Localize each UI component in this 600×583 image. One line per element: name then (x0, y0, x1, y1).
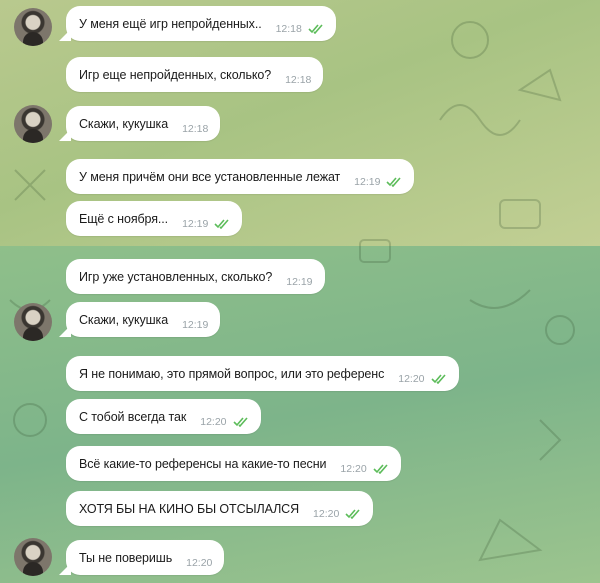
chat-area[interactable]: У меня ещё игр непройденных.. 12:18 Игр … (0, 0, 600, 583)
message-time: 12:19 (354, 175, 381, 188)
double-check-icon (373, 463, 388, 474)
message-time: 12:20 (200, 415, 227, 428)
message-bubble[interactable]: С тобой всегда так 12:20 (66, 399, 261, 434)
message-bubble[interactable]: Ты не поверишь 12:20 (58, 540, 225, 575)
message-bubble[interactable]: Игр еще непройденных, сколько? 12:18 (66, 57, 324, 92)
message-text: Я не понимаю, это прямой вопрос, или это… (79, 366, 385, 381)
message-time: 12:20 (340, 462, 367, 475)
message-time: 12:20 (398, 372, 425, 385)
message-time: 12:20 (313, 507, 340, 520)
message-text: ХОТЯ БЫ НА КИНО БЫ ОТСЫЛАЛСЯ (79, 501, 300, 516)
double-check-icon (232, 416, 248, 427)
message-text: Скажи, кукушка (79, 312, 169, 327)
message-text: Скажи, кукушка (79, 116, 169, 131)
message-text: Ты не поверишь (79, 550, 173, 565)
message-bubble[interactable]: У меня ещё игр непройденных.. 12:18 (59, 6, 336, 41)
avatar[interactable] (14, 105, 52, 143)
avatar[interactable] (14, 303, 52, 341)
double-check-icon (430, 373, 446, 384)
message-text: Всё какие-то референсы на какие-то песни (79, 456, 327, 471)
double-check-icon (386, 176, 402, 187)
message-time: 12:19 (182, 217, 209, 230)
message-time: 12:18 (182, 122, 209, 135)
message-text: У меня ещё игр непройденных.. (79, 16, 262, 31)
message-time: 12:18 (275, 22, 302, 35)
message-bubble[interactable]: Скажи, кукушка 12:18 (58, 106, 221, 141)
avatar[interactable] (14, 538, 52, 576)
message-time: 12:18 (285, 73, 312, 86)
message-text: Игр еще непройденных, сколько? (79, 67, 272, 82)
message-time: 12:19 (286, 275, 313, 288)
double-check-icon (308, 23, 323, 34)
message-text: У меня причём они все установленные лежа… (79, 169, 341, 184)
message-bubble[interactable]: Ещё с ноября... 12:19 (66, 201, 243, 236)
avatar[interactable] (14, 8, 52, 46)
message-time: 12:19 (182, 318, 209, 331)
double-check-icon (345, 508, 360, 519)
message-bubble[interactable]: Я не понимаю, это прямой вопрос, или это… (66, 356, 459, 391)
message-text: Ещё с ноября... (79, 211, 169, 226)
message-text: С тобой всегда так (79, 409, 187, 424)
message-bubble[interactable]: Игр уже установленных, сколько? 12:19 (66, 259, 325, 294)
message-bubble[interactable]: ХОТЯ БЫ НА КИНО БЫ ОТСЫЛАЛСЯ 12:20 (66, 491, 374, 526)
message-text: Игр уже установленных, сколько? (79, 269, 273, 284)
message-time: 12:20 (186, 556, 213, 569)
double-check-icon (214, 218, 229, 229)
message-bubble[interactable]: Скажи, кукушка 12:19 (58, 302, 221, 337)
message-bubble[interactable]: У меня причём они все установленные лежа… (66, 159, 415, 194)
message-bubble[interactable]: Всё какие-то референсы на какие-то песни… (66, 446, 401, 481)
